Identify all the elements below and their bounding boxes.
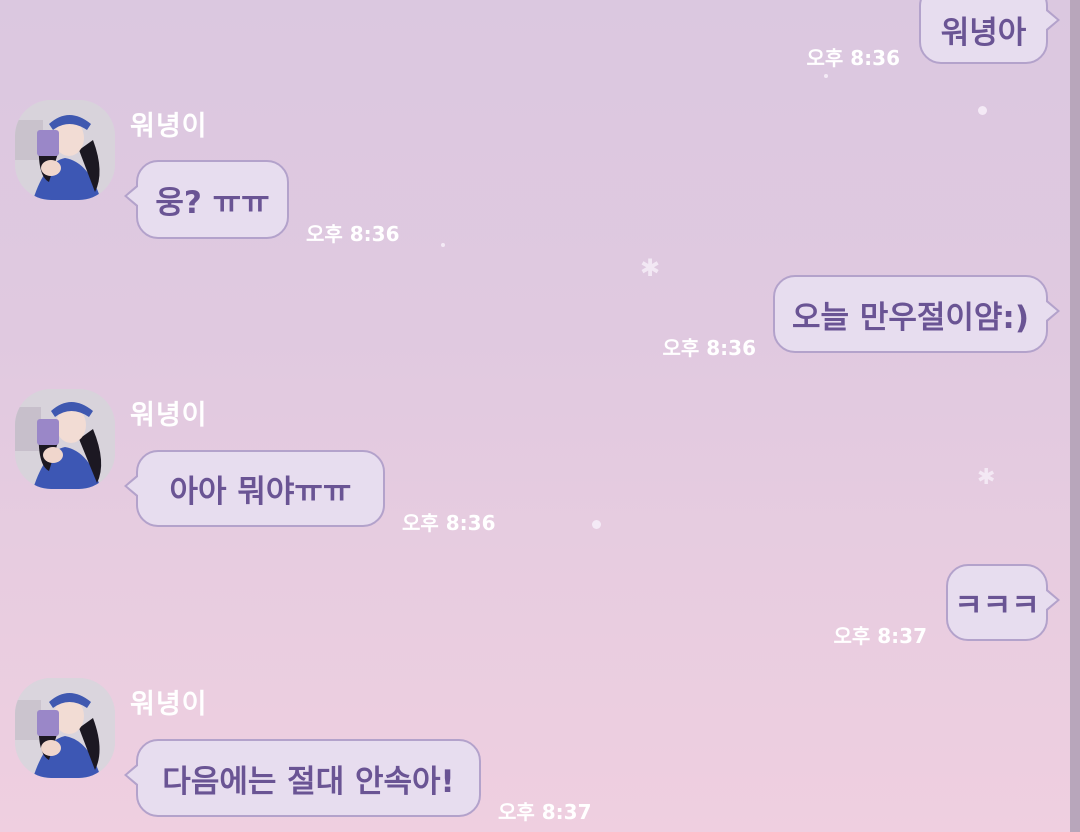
sender-name: 워녕이 [130,400,208,431]
incoming-message-bubble[interactable]: 웅? ㅠㅠ [124,160,289,239]
message-timestamp: 오후 8:36 [662,336,756,360]
contact-avatar[interactable] [15,100,115,200]
sparkle-dot [592,520,601,529]
message-text: 아아 뭐야ㅠㅠ [169,474,352,510]
message-text: 워녕아 [940,14,1027,51]
message-timestamp: 오후 8:36 [806,46,900,70]
message-timestamp: 오후 8:36 [306,222,400,246]
scrollbar[interactable] [1070,0,1080,832]
message-timestamp: 오후 8:36 [402,511,496,535]
sparkle-icon: ✱ [977,465,996,490]
message-text: 오늘 만우절이얌:) [792,299,1029,336]
message-timestamp: 오후 8:37 [833,624,927,648]
message-timestamp: 오후 8:37 [498,800,592,824]
outgoing-message-bubble[interactable]: 워녕아 [919,0,1060,64]
incoming-message-bubble[interactable]: 아아 뭐야ㅠㅠ [124,450,385,527]
sparkle-icon: ✱ [640,254,661,282]
profile-photo-icon [15,389,115,489]
message-text: ㅋㅋㅋ [954,588,1040,624]
message-text: 웅? ㅠㅠ [155,185,270,221]
profile-photo-icon [15,678,115,778]
message-text: 다음에는 절대 안속아! [162,763,455,800]
profile-photo-icon [15,100,115,200]
contact-avatar[interactable] [15,678,115,778]
sender-name: 워녕이 [130,111,208,142]
sender-name: 워녕이 [130,689,208,720]
contact-avatar[interactable] [15,389,115,489]
incoming-message-bubble[interactable]: 다음에는 절대 안속아! [124,739,481,817]
outgoing-message-bubble[interactable]: 오늘 만우절이얌:) [773,275,1060,353]
sparkle-dot [441,243,445,247]
sparkle-dot [978,106,987,115]
sparkle-dot [824,74,828,78]
outgoing-message-bubble[interactable]: ㅋㅋㅋ [946,564,1060,641]
